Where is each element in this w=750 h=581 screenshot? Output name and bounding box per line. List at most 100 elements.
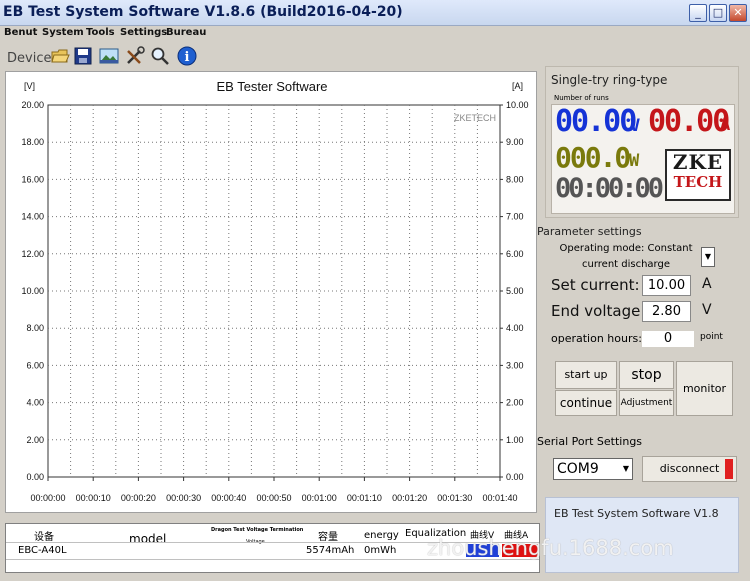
menu-tools[interactable]: Tools xyxy=(86,27,115,38)
y-left-tick-label: 6.00 xyxy=(26,360,44,370)
header-model: model xyxy=(129,532,167,546)
header-device: 设备 xyxy=(34,532,54,543)
x-tick-label: 00:01:30 xyxy=(437,493,472,503)
header-capacity: 容量 xyxy=(318,532,338,543)
serial-panel: Serial Port Settings COM9 ▼ disconnect xyxy=(537,432,739,488)
set-current-input[interactable]: 10.00 xyxy=(642,275,691,296)
minimize-button[interactable]: _ xyxy=(689,4,707,22)
connection-status-indicator xyxy=(725,459,733,479)
y-left-unit: [V] xyxy=(24,81,35,91)
end-voltage-input[interactable]: 2.80 xyxy=(642,301,691,322)
monitor-button[interactable]: monitor xyxy=(676,361,733,416)
y-left-tick-label: 14.00 xyxy=(21,212,44,222)
chevron-down-icon: ▼ xyxy=(622,464,629,473)
svg-text:i: i xyxy=(185,50,190,65)
x-tick-label: 00:00:30 xyxy=(166,493,201,503)
adjustment-button[interactable]: Adjustment xyxy=(619,390,674,416)
y-right-tick-label: 9.00 xyxy=(506,137,524,147)
y-right-tick-label: 2.00 xyxy=(506,398,524,408)
x-tick-label: 00:01:00 xyxy=(302,493,337,503)
y-right-tick-label: 4.00 xyxy=(506,323,524,333)
power-readout: 000.0 xyxy=(555,141,631,174)
y-right-tick-label: 8.00 xyxy=(506,174,524,184)
y-right-tick-label: 10.00 xyxy=(506,100,529,110)
y-left-tick-label: 4.00 xyxy=(26,398,44,408)
x-tick-label: 00:00:40 xyxy=(211,493,246,503)
disconnect-button[interactable]: disconnect xyxy=(642,456,737,482)
close-button[interactable]: ✕ xyxy=(729,4,747,22)
mode-dropdown-button[interactable]: ▼ xyxy=(701,247,715,267)
y-left-tick-label: 10.00 xyxy=(21,286,44,296)
y-left-tick-label: 12.00 xyxy=(21,249,44,259)
title-bar: EB Test System Software V1.8.6 (Build201… xyxy=(0,0,750,26)
x-tick-label: 00:01:10 xyxy=(347,493,382,503)
y-left-tick-label: 0.00 xyxy=(26,472,44,482)
row-capacity: 5574mAh xyxy=(306,545,355,556)
x-tick-label: 00:00:00 xyxy=(30,493,65,503)
operation-hours-input[interactable]: 0 xyxy=(641,330,695,348)
header-energy: energy xyxy=(364,530,399,541)
voltage-readout: 00.00 xyxy=(555,104,637,139)
y-left-tick-label: 8.00 xyxy=(26,323,44,333)
y-left-tick-label: 2.00 xyxy=(26,435,44,445)
current-readout: 00.00 xyxy=(648,104,730,139)
picture-icon[interactable] xyxy=(99,46,119,66)
chart-title: EB Tester Software xyxy=(216,79,327,94)
maximize-button[interactable]: □ xyxy=(709,4,727,22)
current-unit: A xyxy=(720,115,730,135)
end-voltage-unit: V xyxy=(702,302,712,318)
tools-icon[interactable] xyxy=(125,46,145,66)
mode-title: Single-try ring-type xyxy=(551,73,668,87)
y-right-tick-label: 1.00 xyxy=(506,435,524,445)
menu-bar: Benut System Tools Settings Bureau xyxy=(0,26,750,42)
open-folder-icon[interactable] xyxy=(50,46,70,66)
disconnect-label: disconnect xyxy=(659,462,720,475)
info-icon[interactable]: i xyxy=(177,46,197,66)
app-name: EB Test System Software V1.8 xyxy=(554,507,719,520)
voltage-unit: V xyxy=(630,116,640,136)
port-value: COM9 xyxy=(557,461,599,477)
time-readout: 00:00:00 xyxy=(555,173,664,204)
row-device: EBC-A40L xyxy=(18,545,67,556)
stop-button[interactable]: stop xyxy=(619,361,674,389)
params-title: Parameter settings xyxy=(537,225,642,238)
continue-button[interactable]: continue xyxy=(555,390,617,416)
port-select[interactable]: COM9 ▼ xyxy=(553,458,633,480)
x-tick-label: 00:00:20 xyxy=(121,493,156,503)
end-voltage-label: End voltage: xyxy=(551,302,646,320)
menu-bureau[interactable]: Bureau xyxy=(166,27,206,38)
zketech-logo: ZKE TECH xyxy=(665,149,731,201)
parameter-panel: Parameter settings Operating mode: Const… xyxy=(537,224,739,429)
operation-hours-unit: point xyxy=(700,332,723,342)
chart-watermark: ZKETECH xyxy=(454,113,496,123)
operation-hours-label: operation hours: xyxy=(551,332,642,345)
window-title: EB Test System Software V1.8.6 (Build201… xyxy=(3,4,403,20)
y-right-tick-label: 3.00 xyxy=(506,360,524,370)
serial-title: Serial Port Settings xyxy=(537,435,643,448)
operating-mode-label: Operating mode: Constant current dischar… xyxy=(559,243,693,270)
y-right-tick-label: 0.00 xyxy=(506,472,524,482)
set-current-label: Set current: xyxy=(551,276,640,294)
y-left-tick-label: 16.00 xyxy=(21,174,44,184)
app-info-panel: EB Test System Software V1.8 xyxy=(545,497,739,573)
menu-system[interactable]: System xyxy=(42,27,84,38)
y-right-tick-label: 5.00 xyxy=(506,286,524,296)
menu-benut[interactable]: Benut xyxy=(4,27,37,38)
mode-panel: Single-try ring-type Number of runs 00.0… xyxy=(545,66,739,218)
start-up-button[interactable]: start up xyxy=(555,361,617,389)
x-tick-label: 00:01:40 xyxy=(482,493,517,503)
y-right-tick-label: 6.00 xyxy=(506,249,524,259)
set-current-unit: A xyxy=(702,276,712,292)
x-tick-label: 00:00:50 xyxy=(256,493,291,503)
y-right-unit: [A] xyxy=(512,81,523,91)
row-energy: 0mWh xyxy=(364,545,397,556)
search-icon[interactable] xyxy=(150,46,170,66)
x-tick-label: 00:00:10 xyxy=(76,493,111,503)
voltage-current-chart: 20.00 10.00 18.00 9.00 16.00 8.00 14.00 7.00 12.… xyxy=(5,71,537,513)
save-icon[interactable] xyxy=(73,46,93,66)
y-left-tick-label: 20.00 xyxy=(21,100,44,110)
menu-settings[interactable]: Settings xyxy=(120,27,167,38)
y-right-tick-label: 7.00 xyxy=(506,212,524,222)
header-termination: Dragon Test Voltage Termination xyxy=(211,527,304,533)
runs-label: Number of runs xyxy=(554,94,609,102)
